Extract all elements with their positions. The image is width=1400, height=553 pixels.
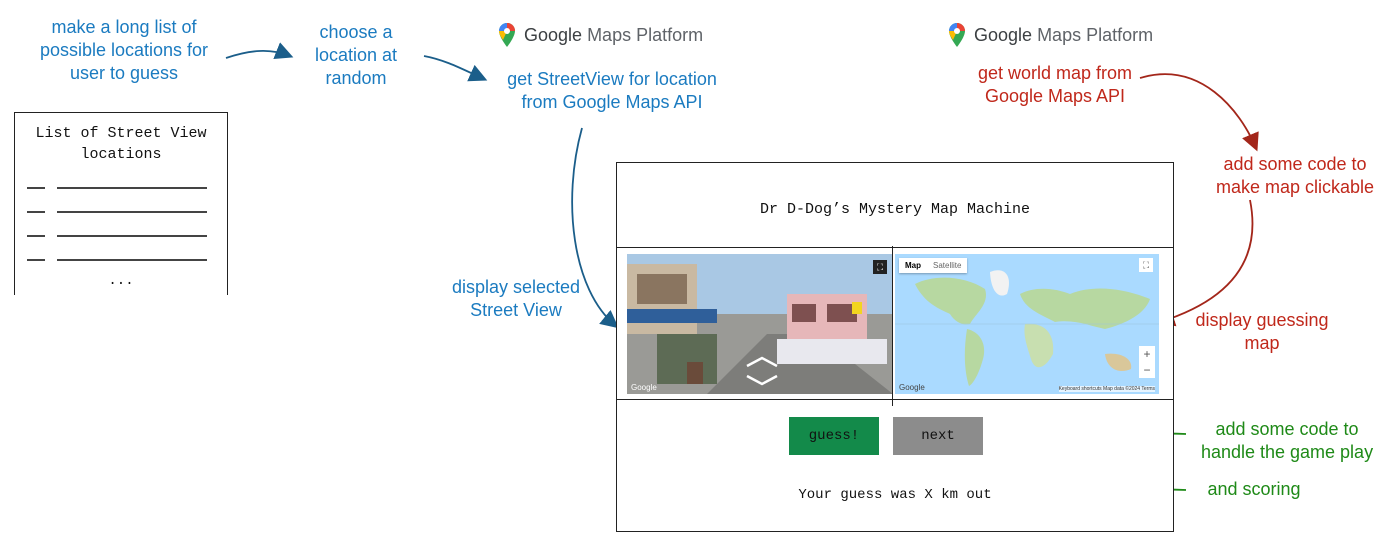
map-fullscreen-icon[interactable]: ⛶ — [1139, 258, 1153, 272]
google-maps-platform-logo: Google Maps Platform — [498, 20, 703, 50]
map-tab[interactable]: Map — [899, 258, 927, 273]
zoom-in-icon[interactable]: + — [1139, 346, 1155, 362]
panel-divider — [892, 246, 893, 406]
list-item — [27, 259, 209, 263]
google-maps-platform-logo: Google Maps Platform — [948, 20, 1153, 50]
app-mockup: Dr D-Dog’s Mystery Map Machine ⛶ Google … — [616, 162, 1174, 532]
map-type-control[interactable]: Map Satellite — [899, 258, 968, 273]
note-display-streetview: display selected Street View — [451, 277, 581, 320]
list-title: List of Street View locations — [35, 125, 207, 163]
note-get-streetview: get StreetView for location from Google M… — [507, 69, 717, 112]
locations-list-box: List of Street View locations ... — [14, 112, 228, 295]
list-item — [27, 211, 209, 215]
app-title: Dr D-Dog’s Mystery Map Machine — [759, 201, 1031, 218]
views-panel: ⛶ Google Map Satellite ⛶ + − Google Keyb… — [617, 246, 1173, 406]
zoom-control[interactable]: + − — [1139, 346, 1155, 378]
note-get-worldmap: get world map from Google Maps API — [977, 63, 1133, 106]
app-header: Dr D-Dog’s Mystery Map Machine — [617, 163, 1173, 248]
note-make-list: make a long list of possible locations fo… — [39, 17, 209, 83]
note-scoring: and scoring — [1207, 479, 1301, 499]
note-game-play: add some code to handle the game play — [1200, 419, 1374, 462]
satellite-tab[interactable]: Satellite — [927, 258, 967, 273]
fullscreen-icon[interactable]: ⛶ — [873, 260, 887, 274]
world-map[interactable]: Map Satellite ⛶ + − Google Keyboard shor… — [895, 254, 1159, 394]
list-ellipsis: ... — [108, 273, 134, 289]
maps-pin-icon — [499, 23, 515, 47]
streetview-google-brand: Google — [631, 383, 657, 392]
street-view-image — [627, 254, 893, 394]
note-display-map: display guessing map — [1195, 310, 1329, 353]
street-view[interactable]: ⛶ Google — [627, 254, 893, 394]
map-footer: Keyboard shortcuts Map data ©2024 Terms — [1058, 386, 1155, 392]
note-choose-location: choose a location at random — [314, 22, 398, 88]
list-item — [27, 235, 209, 239]
world-map-image — [895, 254, 1159, 394]
list-item — [27, 187, 209, 191]
arrow-list-to-choose — [225, 42, 294, 60]
note-make-clickable: add some code to make map clickable — [1215, 154, 1375, 197]
next-button[interactable]: next — [893, 417, 983, 455]
maps-pin-icon — [949, 23, 965, 47]
map-google-brand: Google — [899, 383, 925, 392]
guess-button[interactable]: guess! — [789, 417, 879, 455]
zoom-out-icon[interactable]: − — [1139, 362, 1155, 378]
result-text: Your guess was X km out — [798, 487, 992, 503]
